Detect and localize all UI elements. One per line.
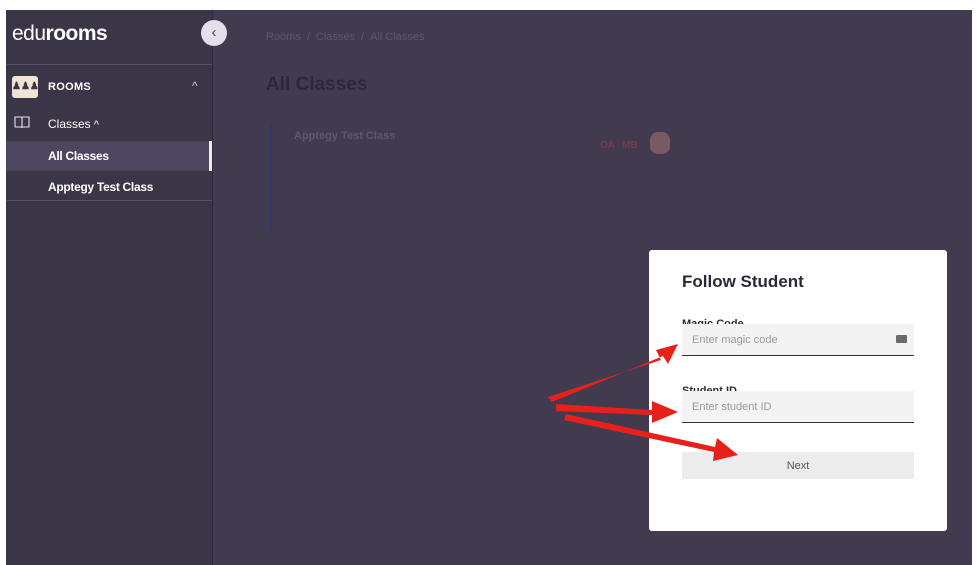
group-icon: ♟♟♟ [12,76,39,98]
chevron-up-icon: ^ [192,79,198,93]
sidebar-rooms-section[interactable]: ♟♟♟ ROOMS ^ [6,76,212,100]
rooms-label: ROOMS [48,81,92,93]
avatar: OA [600,140,615,151]
page-title: All Classes [266,74,368,95]
app-frame: edurooms ♟♟♟ ROOMS ^ Classes ^ All Classe… [6,10,972,565]
sidebar-item-label: Apptegy Test Class [48,180,154,194]
book-icon [14,116,30,129]
class-card[interactable]: Apptegy Test Class OA MB [270,122,682,234]
password-manager-icon[interactable] [896,335,907,343]
sidebar-classes-section[interactable]: Classes ^ [6,114,212,136]
breadcrumb-separator: / [306,31,310,43]
dialog-title: Follow Student [682,272,804,291]
avatar-photo [650,132,670,154]
sidebar-item-all-classes[interactable]: All Classes [6,141,212,171]
brand-logo[interactable]: edurooms [12,22,108,46]
breadcrumb-classes[interactable]: Classes [316,31,355,43]
active-indicator [209,141,212,171]
chevron-up-icon: ^ [93,119,99,131]
collapse-sidebar-button[interactable]: ‹ [201,20,227,46]
breadcrumb-all-classes: All Classes [370,31,425,43]
avatar: MB [622,140,638,151]
classes-text: Classes [48,117,91,131]
magic-code-input[interactable] [682,324,914,356]
sidebar: edurooms ♟♟♟ ROOMS ^ Classes ^ All Classe… [6,10,213,565]
sidebar-divider [6,200,212,201]
sidebar-item-label: All Classes [48,149,109,163]
breadcrumb-rooms[interactable]: Rooms [266,31,301,43]
sidebar-divider [6,64,212,65]
classes-label: Classes ^ [48,117,99,131]
brand-prefix: edu [12,22,46,45]
breadcrumb-separator: / [361,31,365,43]
breadcrumb: Rooms / Classes / All Classes [266,31,425,43]
sidebar-item-apptegy-test-class[interactable]: Apptegy Test Class [6,172,212,202]
next-button[interactable]: Next [682,452,914,479]
follow-student-dialog: Follow Student Magic Code Student ID Nex… [649,250,947,531]
class-card-title: Apptegy Test Class [294,130,396,142]
brand-bold: rooms [45,22,108,45]
student-id-input[interactable] [682,391,914,423]
